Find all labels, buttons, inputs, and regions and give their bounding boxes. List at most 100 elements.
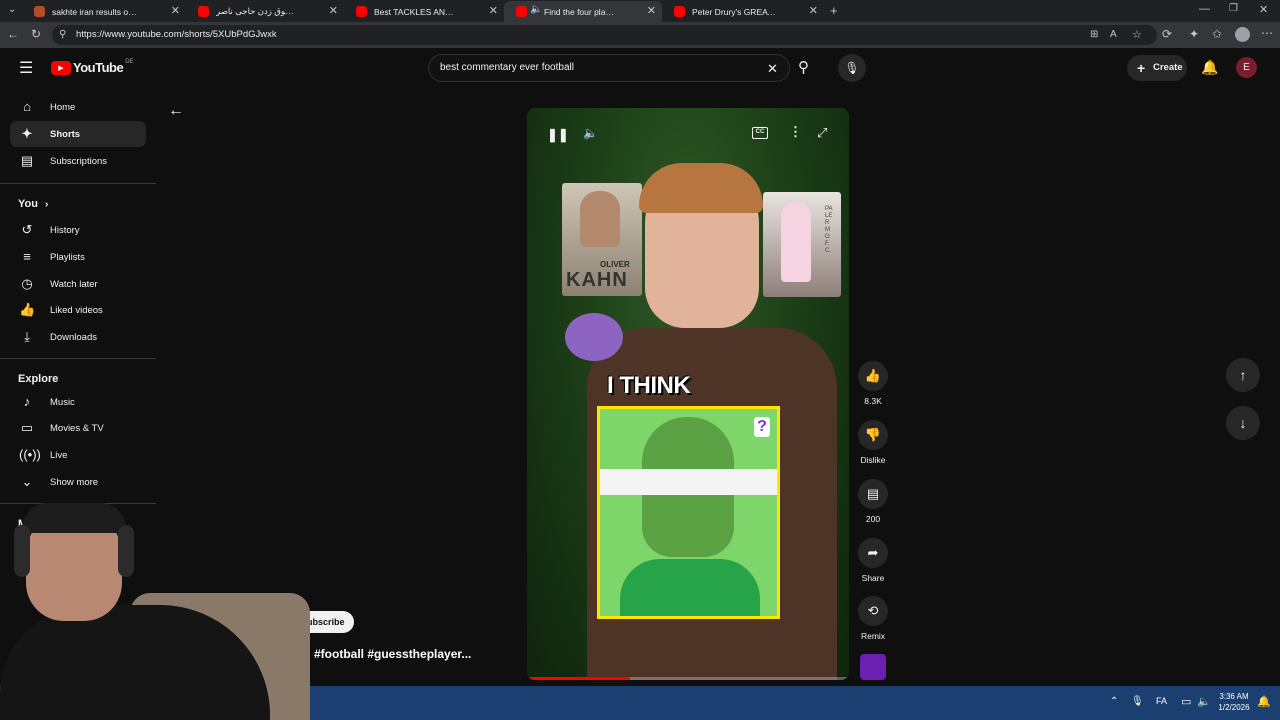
player-card-kahn: OLIVER KAHN [562, 183, 642, 296]
sidebar-item-home[interactable]: ⌂ Home [10, 94, 146, 120]
network-icon[interactable]: ▭ [1181, 695, 1191, 708]
dislike-button[interactable]: 👎 Dislike [857, 420, 889, 465]
browser-tab[interactable]: Peter Drury's GREATEST Commen ✕ [662, 1, 824, 22]
youtube-icon [356, 6, 367, 17]
captions-icon[interactable]: CC [752, 127, 768, 139]
extensions-icon[interactable]: ⟳ [1162, 27, 1172, 41]
new-tab-icon[interactable]: + [830, 3, 838, 18]
remix-button[interactable]: ⟲ Remix [857, 596, 889, 641]
favorite-star-icon[interactable]: ☆ [1132, 25, 1142, 45]
app-available-icon[interactable]: ⊞ [1090, 25, 1098, 45]
music-icon: ♪ [23, 394, 31, 409]
back-arrow-icon[interactable]: ← [168, 102, 184, 120]
search-icon[interactable]: ⚲ [798, 58, 809, 76]
close-icon[interactable]: ✕ [329, 4, 338, 17]
browser-tab[interactable]: بوق زدن حاجی ناصر 💗 - YouTube ✕ [186, 1, 344, 22]
sound-thumbnail[interactable] [860, 654, 886, 680]
next-short-button[interactable]: ↓ [1226, 406, 1260, 440]
sidebar-item-liked-videos[interactable]: 👍 Liked videos [10, 297, 146, 323]
progress-track[interactable] [527, 677, 849, 680]
sidebar-item-show-more[interactable]: ⌄ Show more [10, 469, 146, 495]
create-button[interactable]: + Create [1127, 55, 1187, 81]
caption-overlay: I THINK [607, 372, 691, 399]
language-indicator[interactable]: FA [1156, 696, 1167, 706]
back-icon[interactable]: ← [7, 27, 19, 41]
window-close-icon[interactable]: ✕ [1259, 3, 1268, 16]
browser-tab-active[interactable]: 🔈 Find the four players! #footb ✕ [504, 1, 662, 22]
sidebar-item-shorts[interactable]: ✦ Shorts [10, 121, 146, 147]
sidebar-item-label: Live [50, 450, 68, 461]
microphone-icon[interactable]: 🎙 [1131, 696, 1144, 707]
chevron-right-icon: › [45, 199, 49, 210]
comment-icon: ▤ [858, 479, 888, 509]
account-avatar[interactable]: E [1236, 57, 1257, 78]
more-options-icon[interactable]: ⋮ [789, 124, 802, 140]
share-button[interactable]: ➦ Share [857, 538, 889, 583]
sidebar-item-music[interactable]: ♪ Music [10, 389, 146, 415]
previous-short-button[interactable]: ↑ [1226, 358, 1260, 392]
player-photo [781, 202, 811, 282]
sidebar-item-label: History [50, 225, 80, 236]
you-label: You [18, 198, 38, 210]
more-menu-icon[interactable]: ⋯ [1261, 26, 1273, 40]
favorites-icon[interactable]: ✩ [1212, 27, 1222, 41]
sidebar-item-subscriptions[interactable]: ▤ Subscriptions [10, 148, 146, 174]
tab-title: Best TACKLES AND BLOCKS | Serg [374, 6, 456, 17]
tab-title: sakhte iran results on SoundClou [52, 6, 138, 17]
sidebar-item-downloads[interactable]: ⤓ Downloads [10, 324, 146, 350]
pause-icon[interactable]: ❚❚ [547, 127, 569, 143]
sidebar-item-label: Watch later [50, 279, 98, 290]
site-info-icon[interactable]: ⚲ [59, 25, 66, 45]
close-icon[interactable]: ✕ [489, 4, 498, 17]
share-icon: ➦ [858, 538, 888, 568]
download-icon: ⤓ [24, 329, 30, 344]
profile-avatar[interactable] [1235, 27, 1250, 42]
sidebar-item-history[interactable]: ↺ History [10, 217, 146, 243]
volume-icon[interactable]: 🔈 [583, 126, 598, 140]
voice-search-icon[interactable]: 🎙 [838, 54, 866, 82]
clear-search-icon[interactable]: ✕ [767, 56, 778, 82]
youtube-logo[interactable]: ▶ YouTube DE [51, 58, 134, 75]
tab-list-icon[interactable]: ⌄ [8, 4, 16, 15]
clock[interactable]: 3:36 AM 1/2/2026 [1215, 691, 1253, 713]
browser-tab[interactable]: Best TACKLES AND BLOCKS | Serg ✕ [344, 1, 504, 22]
browser-tab[interactable]: sakhte iran results on SoundClou ✕ [22, 1, 186, 22]
region-code: DE [125, 58, 134, 65]
player-card-palermo: PALERMO F.C. [763, 192, 841, 297]
fullscreen-icon[interactable]: ⤢ [817, 125, 827, 141]
url-field[interactable]: ⚲ https://www.youtube.com/shorts/5XUbPdG… [52, 25, 1157, 45]
search-input[interactable]: best commentary ever football ✕ [428, 54, 790, 82]
hamburger-menu-icon[interactable]: ☰ [19, 58, 33, 78]
covered-strip [600, 469, 777, 495]
movies-icon: ▭ [20, 420, 34, 435]
restore-icon[interactable]: ❐ [1229, 3, 1238, 14]
show-hidden-icons-icon[interactable]: ⌃ [1110, 696, 1118, 707]
streamer-hair [22, 503, 126, 533]
address-bar: ← ↻ ⚲ https://www.youtube.com/shorts/5XU… [0, 22, 1280, 48]
sidebar-you-heading[interactable]: You › [18, 198, 48, 210]
sidebar-item-movies[interactable]: ▭ Movies & TV [10, 415, 146, 441]
comments-button[interactable]: ▤ 200 [857, 479, 889, 524]
sidebar-item-playlists[interactable]: ≡ Playlists [10, 244, 146, 270]
notifications-bell-icon[interactable]: 🔔 [1201, 59, 1218, 76]
like-button[interactable]: 👍 8.3K [857, 361, 889, 406]
shorts-video-player[interactable]: ❚❚ 🔈 CC ⋮ ⤢ OLIVER KAHN PALERMO F.C. I T… [527, 108, 849, 680]
sidebar-item-live[interactable]: ((•)) Live [10, 442, 146, 468]
puzzle-icon[interactable]: ✦ [1189, 27, 1199, 41]
close-icon[interactable]: ✕ [647, 4, 656, 17]
like-count: 8.3K [864, 396, 882, 406]
volume-tray-icon[interactable]: 🔈 [1197, 695, 1211, 708]
read-aloud-icon[interactable]: A [1110, 25, 1117, 45]
sidebar-item-watch-later[interactable]: ◷ Watch later [10, 271, 146, 297]
youtube-play-icon: ▶ [51, 60, 71, 75]
notification-center-icon[interactable]: 🔔 [1257, 695, 1271, 708]
short-title[interactable]: #football #guesstheplayer... [314, 647, 471, 661]
minimize-icon[interactable]: — [1199, 3, 1210, 15]
close-icon[interactable]: ✕ [171, 4, 180, 17]
comments-count: 200 [865, 514, 881, 524]
refresh-icon[interactable]: ↻ [31, 27, 41, 41]
headphones [118, 525, 134, 577]
speaker-icon[interactable]: 🔈 [530, 4, 542, 15]
close-icon[interactable]: ✕ [809, 4, 818, 17]
presenter-hair [639, 163, 763, 213]
